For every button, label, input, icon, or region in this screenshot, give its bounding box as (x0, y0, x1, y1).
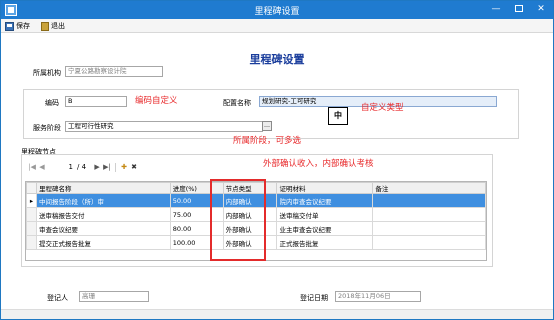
col-header-remark[interactable]: 备注 (372, 182, 486, 194)
exit-button[interactable]: 退出 (41, 20, 65, 32)
exit-label: 退出 (51, 22, 65, 30)
code-annotation: 编码自定义 (135, 96, 178, 106)
delete-row-icon[interactable]: ✖ (129, 163, 139, 171)
org-field[interactable]: 宁夏公路勘察设计院 (65, 66, 163, 77)
cell-name[interactable]: 审查会议纪要 (35, 221, 171, 236)
registrant-field[interactable]: 高珊 (79, 291, 149, 302)
last-page-icon[interactable]: ▶| (102, 163, 112, 171)
prev-page-icon[interactable]: ◀ (37, 163, 47, 171)
register-date-field[interactable]: 2018年11月06日 (335, 291, 421, 302)
total-pages: / 4 (77, 163, 87, 171)
stage-annotation: 所属阶段，可多选 (233, 136, 302, 146)
row-header-cell (26, 235, 37, 250)
row-header-cell (26, 221, 37, 236)
stage-label: 服务阶段 (33, 124, 61, 132)
title-bar: 里程碑设置 — ✕ (1, 1, 553, 19)
save-label: 保存 (16, 22, 30, 30)
col-header-proof[interactable]: 证明材料 (276, 182, 374, 194)
cell-proof[interactable]: 业主审查会议纪要 (276, 221, 374, 236)
save-button[interactable]: 保存 (5, 20, 30, 32)
node-type-annotation: 外部确认收入，内部确认考核 (263, 159, 374, 169)
config-annotation: 自定义类型 (361, 103, 404, 113)
row-header-corner (26, 182, 37, 194)
cell-proof[interactable]: 正式报告批复 (276, 235, 374, 250)
cell-name[interactable]: 中间报告阶段（所）审 (35, 193, 171, 208)
toolbar-divider (115, 162, 117, 172)
stage-input[interactable]: 工程可行性研究 (65, 121, 263, 132)
cell-remark[interactable] (372, 207, 486, 222)
registrant-label: 登记人 (47, 294, 68, 302)
window-title: 里程碑设置 (254, 7, 300, 17)
first-page-icon[interactable]: |◀ (27, 163, 37, 171)
cell-remark[interactable] (372, 193, 486, 208)
minimize-button[interactable]: — (485, 2, 507, 16)
org-label: 所属机构 (33, 69, 61, 77)
milestone-settings-window: 里程碑设置 — ✕ 保存 退出 里程碑设置 所属机构 宁夏公路勘察设计院 编码 … (0, 0, 554, 320)
add-row-icon[interactable]: ✚ (119, 163, 129, 171)
node-type-highlight-box (210, 179, 266, 261)
ime-indicator: 中 (328, 107, 348, 125)
code-label: 编码 (45, 99, 59, 107)
col-header-name[interactable]: 里程碑名称 (35, 182, 171, 194)
save-icon (5, 21, 14, 31)
maximize-button[interactable] (508, 2, 530, 16)
cell-proof[interactable]: 送审稿交付单 (276, 207, 374, 222)
next-page-icon[interactable]: ▶ (92, 163, 102, 171)
code-input[interactable]: B (65, 96, 127, 107)
form-heading: 里程碑设置 (249, 53, 305, 66)
current-page[interactable]: 1 (47, 163, 73, 171)
toolbar: 保存 退出 (1, 19, 553, 33)
grid-pager: |◀ ◀ 1 / 4 ▶ ▶| ✚ ✖ (27, 162, 139, 172)
cell-name[interactable]: 送审稿报告交付 (35, 207, 171, 222)
config-name-label: 配置名称 (223, 99, 251, 107)
row-header-cell (26, 207, 37, 222)
cell-remark[interactable] (372, 235, 486, 250)
exit-icon (41, 21, 49, 31)
cell-name[interactable]: 提交正式报告批复 (35, 235, 171, 250)
register-date-label: 登记日期 (300, 294, 328, 302)
cell-proof[interactable]: 院内审查会议纪要 (276, 193, 374, 208)
stage-browse-button[interactable]: … (262, 121, 272, 131)
cell-remark[interactable] (372, 221, 486, 236)
status-bar (1, 309, 553, 319)
close-button[interactable]: ✕ (530, 2, 552, 16)
maximize-icon (515, 5, 523, 12)
current-row-indicator-icon: ▸ (26, 193, 37, 208)
